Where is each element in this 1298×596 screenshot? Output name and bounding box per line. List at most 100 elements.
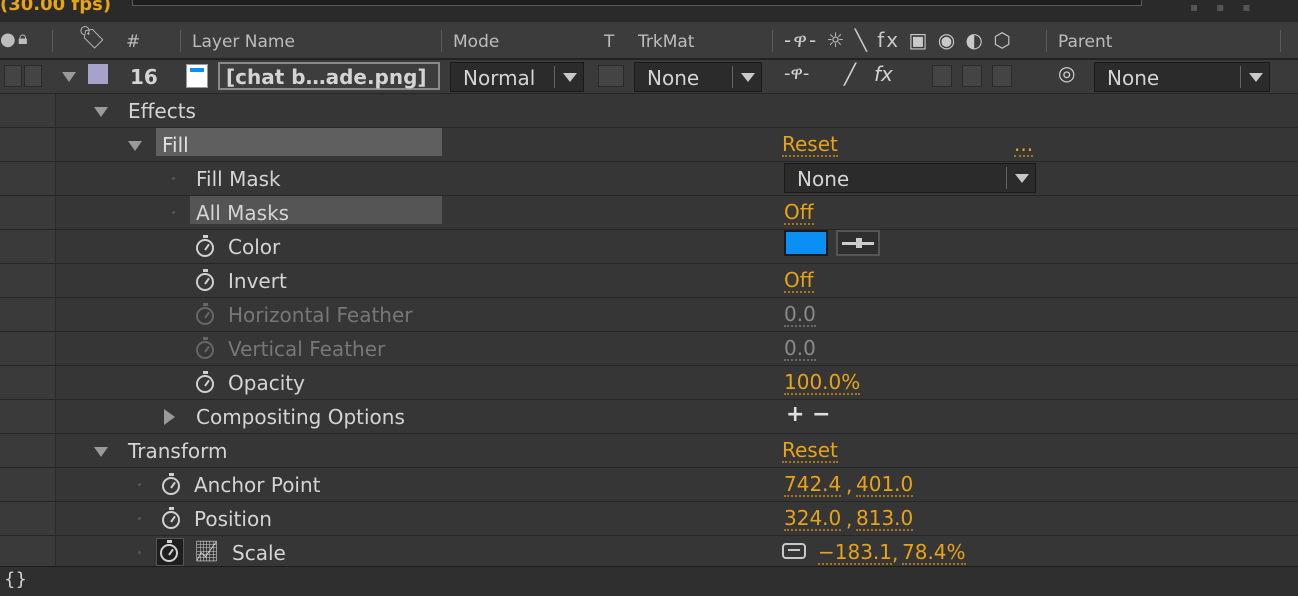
column-number: # xyxy=(126,32,141,52)
layer-name-field[interactable]: [chat b…ade.png] xyxy=(218,62,440,90)
column-t[interactable]: T xyxy=(604,32,614,52)
all-masks-value[interactable]: Off xyxy=(784,201,814,225)
opacity-label: Opacity xyxy=(228,371,305,395)
adjustment-switch[interactable] xyxy=(962,65,982,87)
chevron-down-icon xyxy=(741,73,755,82)
fill-expand-icon[interactable] xyxy=(128,141,142,151)
compositing-options-row[interactable]: Compositing Options + − xyxy=(0,400,1298,434)
opacity-value[interactable]: 100.0% xyxy=(784,371,861,395)
vertical-feather-label: Vertical Feather xyxy=(228,337,386,361)
preserve-transparency-switch[interactable] xyxy=(598,65,624,87)
stopwatch-icon[interactable] xyxy=(162,473,180,495)
anchor-point-label: Anchor Point xyxy=(194,473,321,497)
effects-label: Effects xyxy=(128,99,196,123)
color-row: Color xyxy=(0,230,1298,264)
fill-reset[interactable]: Reset xyxy=(782,133,838,157)
comma: , xyxy=(846,507,853,531)
effects-expand-icon[interactable] xyxy=(94,107,108,117)
search-field[interactable] xyxy=(132,0,1142,6)
quality-icon[interactable]: ╱ xyxy=(844,62,856,86)
fx-icon[interactable]: fx xyxy=(874,62,893,86)
color-swatch[interactable] xyxy=(784,230,828,256)
horizontal-feather-label: Horizontal Feather xyxy=(228,303,413,327)
comma: , xyxy=(846,473,853,497)
column-layer-name[interactable]: Layer Name xyxy=(192,32,295,52)
all-masks-row: All Masks Off xyxy=(0,196,1298,230)
layer-type-icon xyxy=(186,64,208,88)
transform-reset[interactable]: Reset xyxy=(782,439,838,463)
trkmat-value: None xyxy=(647,66,700,90)
horizontal-feather-row: Horizontal Feather 0.0 xyxy=(0,298,1298,332)
mode-dropdown[interactable]: Normal xyxy=(450,62,584,92)
opacity-row: Opacity 100.0% xyxy=(0,366,1298,400)
fps-readout: (30.00 fps) xyxy=(0,0,112,15)
fill-mask-dropdown[interactable]: None xyxy=(784,163,1036,193)
lock-icon[interactable]: 🔒︎ xyxy=(18,28,28,49)
fill-effect-row[interactable]: Fill Reset ... xyxy=(0,128,1298,162)
av-switch[interactable] xyxy=(4,65,22,87)
fill-mask-row: Fill Mask None xyxy=(0,162,1298,196)
scale-y[interactable]: 78.4% xyxy=(902,541,966,565)
stopwatch-icon xyxy=(160,540,178,562)
constrain-proportions-icon[interactable] xyxy=(782,543,806,559)
position-y[interactable]: 813.0 xyxy=(856,507,914,531)
shy-icon[interactable]: -ዋ- xyxy=(784,63,809,84)
compositing-options-label: Compositing Options xyxy=(196,405,405,429)
chevron-down-icon xyxy=(1249,73,1263,82)
column-mode[interactable]: Mode xyxy=(453,32,499,52)
column-trkmat[interactable]: TrkMat xyxy=(638,32,694,52)
comma: , xyxy=(892,541,899,565)
all-masks-label: All Masks xyxy=(196,201,290,225)
mode-value: Normal xyxy=(463,66,536,90)
invert-value[interactable]: Off xyxy=(784,269,814,293)
scale-x[interactable]: −183.1 xyxy=(818,541,893,565)
effects-row[interactable]: Effects xyxy=(0,94,1298,128)
compositing-expand-icon[interactable] xyxy=(164,409,175,425)
lock-switch[interactable] xyxy=(24,65,42,87)
pickwhip-icon[interactable]: ◎ xyxy=(1058,61,1075,85)
parent-dropdown[interactable]: None xyxy=(1094,62,1270,92)
compositing-add-remove[interactable]: + − xyxy=(786,402,831,427)
eyedropper-icon[interactable] xyxy=(836,230,880,256)
fill-options[interactable]: ... xyxy=(1014,133,1034,157)
trkmat-dropdown[interactable]: None xyxy=(634,62,762,92)
anchor-point-row: Anchor Point 742.4 , 401.0 xyxy=(0,468,1298,502)
column-parent[interactable]: Parent xyxy=(1058,32,1112,52)
position-row: Position 324.0 , 813.0 xyxy=(0,502,1298,536)
layer-number: 16 xyxy=(130,65,158,89)
label-color-swatch[interactable] xyxy=(88,64,108,84)
top-buttons: ▪▪▪ xyxy=(1190,0,1269,14)
3d-switch[interactable] xyxy=(992,65,1012,87)
fill-label[interactable]: Fill xyxy=(162,133,189,157)
layer-expand-icon[interactable] xyxy=(62,72,76,82)
layer-row[interactable]: 16 [chat b…ade.png] Normal None -ዋ- ╱ fx… xyxy=(0,60,1298,94)
position-x[interactable]: 324.0 xyxy=(784,507,842,531)
stopwatch-icon[interactable] xyxy=(196,371,214,393)
fill-mask-value: None xyxy=(797,167,850,191)
stopwatch-icon[interactable] xyxy=(196,235,214,257)
parent-value: None xyxy=(1107,66,1160,90)
horizontal-feather-value: 0.0 xyxy=(784,302,816,327)
invert-row: Invert Off xyxy=(0,264,1298,298)
solo-icon[interactable]: ● xyxy=(0,29,16,50)
graph-icon[interactable]: 📈︎ xyxy=(194,539,219,563)
stopwatch-icon[interactable] xyxy=(162,507,180,529)
motion-blur-switch[interactable] xyxy=(932,65,952,87)
chevron-down-icon xyxy=(1015,174,1029,183)
stopwatch-active-box[interactable] xyxy=(156,538,184,566)
layer-name: [chat b…ade.png] xyxy=(226,65,427,89)
stopwatch-icon xyxy=(196,337,214,359)
anchor-point-x[interactable]: 742.4 xyxy=(784,473,842,497)
toggle-expressions-icon[interactable]: {} xyxy=(4,569,27,590)
transform-row[interactable]: Transform Reset xyxy=(0,434,1298,468)
top-strip: (30.00 fps) ▪▪▪ xyxy=(0,0,1298,22)
transform-expand-icon[interactable] xyxy=(94,447,108,457)
color-label: Color xyxy=(228,235,281,259)
label-tag-icon[interactable]: 🏷︎ xyxy=(78,26,106,51)
scale-row: 📈︎ Scale −183.1 , 78.4% xyxy=(0,536,1298,570)
chevron-down-icon xyxy=(563,73,577,82)
anchor-point-y[interactable]: 401.0 xyxy=(856,473,914,497)
stopwatch-icon[interactable] xyxy=(196,269,214,291)
bottom-bar: {} xyxy=(0,566,1298,596)
stopwatch-icon xyxy=(196,303,214,325)
